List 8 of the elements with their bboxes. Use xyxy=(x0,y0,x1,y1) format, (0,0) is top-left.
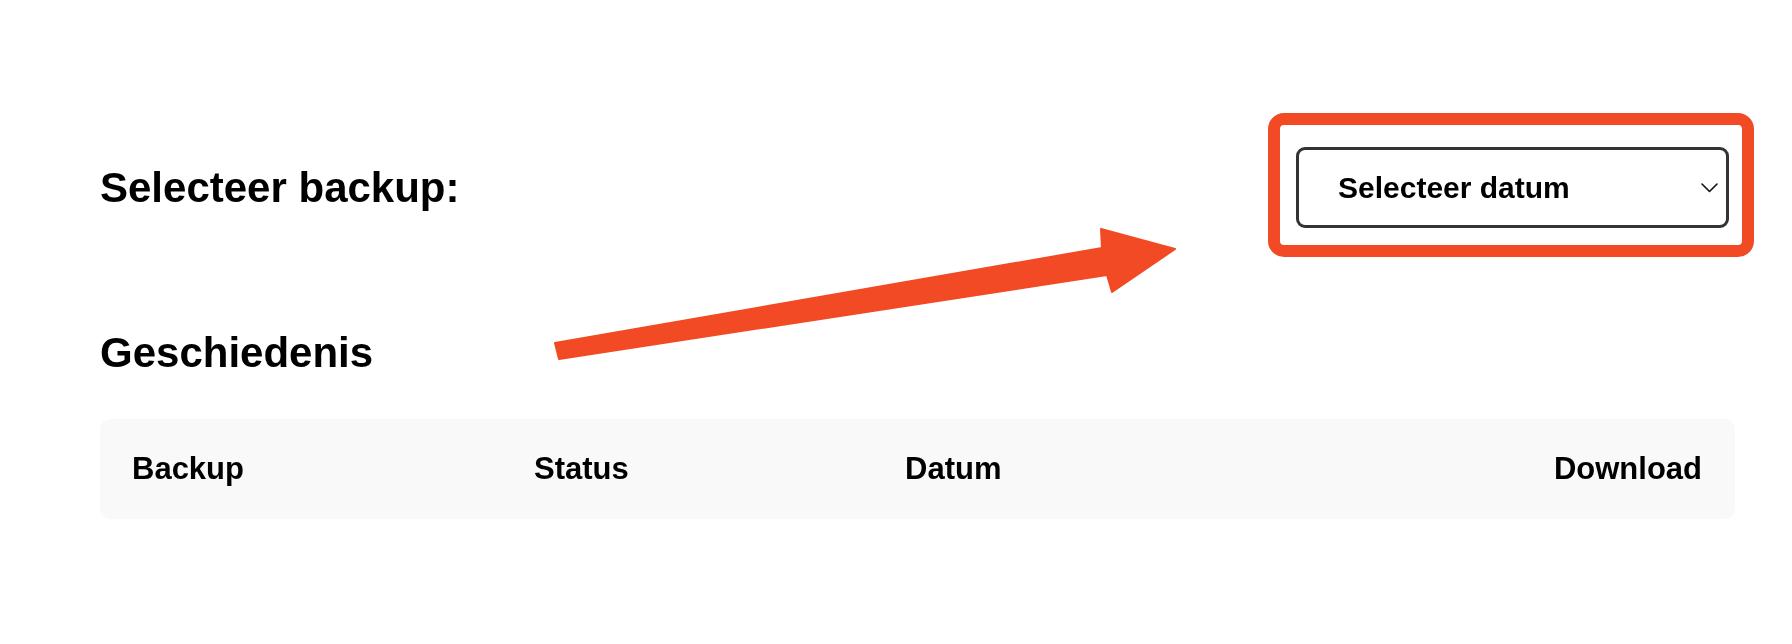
date-dropdown[interactable]: Selecteer datum xyxy=(1296,147,1729,228)
section-title: Geschiedenis xyxy=(100,329,374,377)
form-label: Selecteer backup: xyxy=(100,163,460,212)
chevron-down-icon xyxy=(1701,182,1718,193)
column-header: Datum xyxy=(905,451,1002,487)
column-header: Backup xyxy=(132,451,244,487)
column-header: Download xyxy=(1553,451,1702,487)
column-header: Status xyxy=(534,451,629,487)
